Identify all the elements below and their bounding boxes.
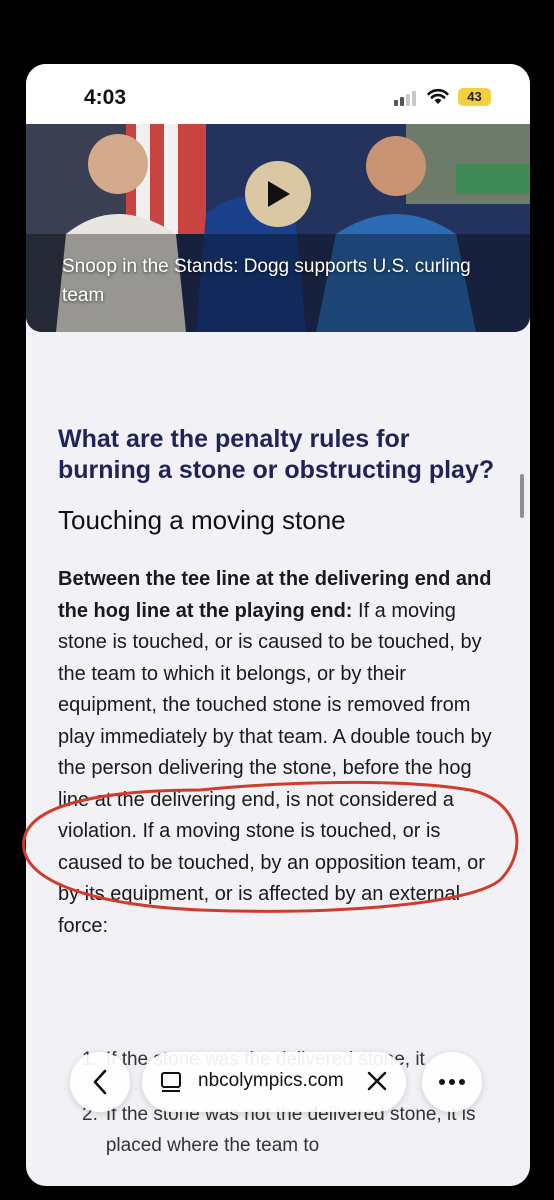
scrollbar[interactable] [520,474,524,518]
battery-indicator: 43 [458,88,491,106]
tabs-icon[interactable] [160,1071,182,1093]
rule-paragraph: Between the tee line at the delivering e… [58,564,508,942]
phone-screen: 4:03 43 Snoop in the Stands: Dogg suppor… [26,64,530,1186]
play-button[interactable] [245,161,311,227]
status-time: 4:03 [84,86,127,109]
paragraph-text: If a moving stone is touched, or is caus… [58,599,492,937]
chevron-left-icon [93,1069,107,1095]
signal-icon [394,90,420,106]
close-icon[interactable] [366,1070,388,1092]
wifi-icon [427,88,449,104]
section-heading: Touching a moving stone [58,505,346,535]
video-card[interactable]: Snoop in the Stands: Dogg supports U.S. … [26,124,530,332]
url-text[interactable]: nbcolympics.com [198,1070,344,1092]
url-bar[interactable]: nbcolympics.com [142,1052,406,1112]
status-bar: 4:03 43 [26,64,530,124]
video-caption[interactable]: Snoop in the Stands: Dogg supports U.S. … [62,252,502,310]
browser-toolbar: nbcolympics.com [64,1052,492,1112]
question-heading: What are the penalty rules for burning a… [58,425,495,484]
more-icon [439,1079,465,1085]
back-button[interactable] [70,1052,130,1112]
play-icon [268,181,290,207]
article-content: What are the penalty rules for burning a… [58,424,508,942]
more-button[interactable] [422,1052,482,1112]
